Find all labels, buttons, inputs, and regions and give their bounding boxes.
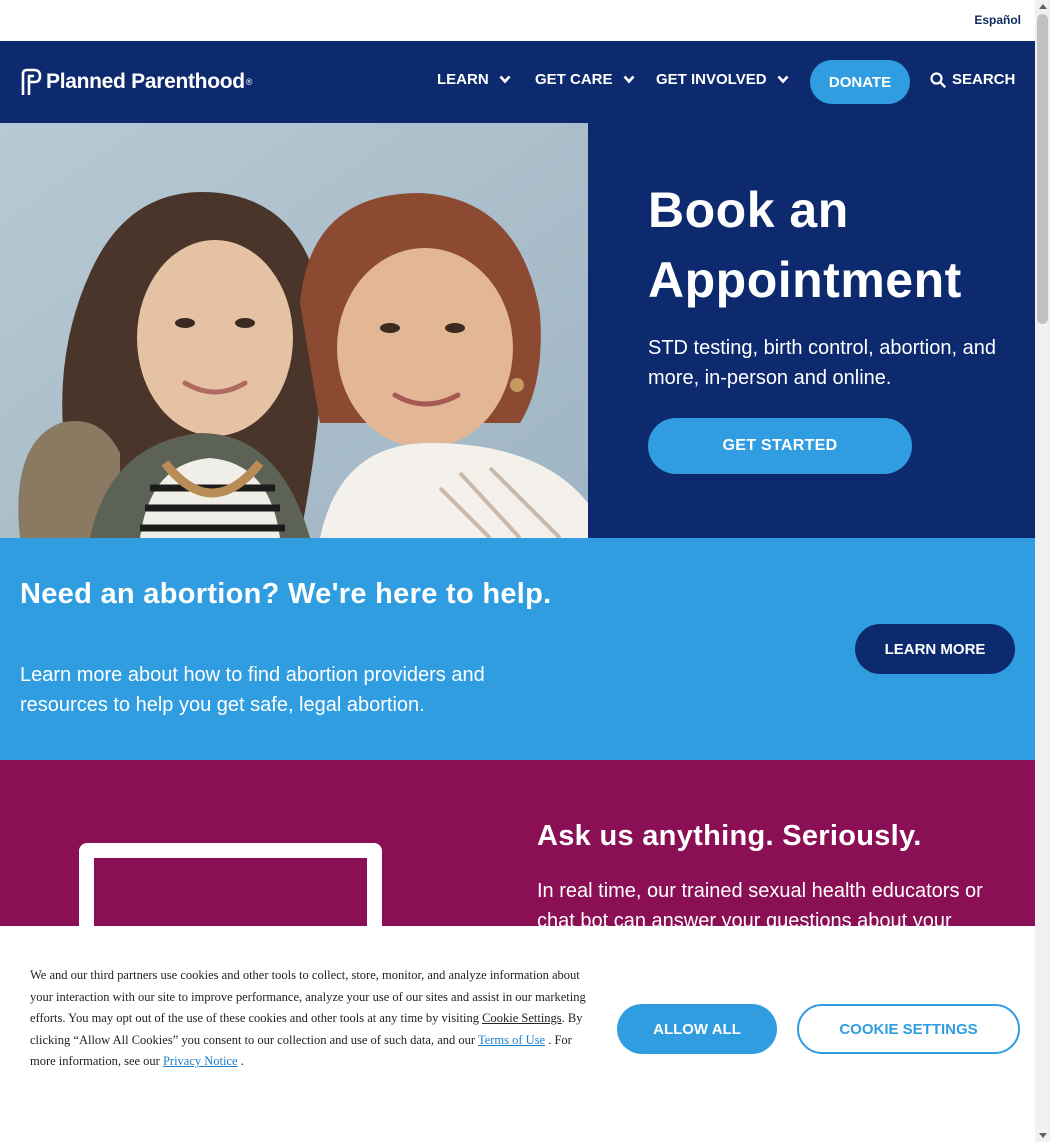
page-scrollbar[interactable] [1035, 0, 1050, 1142]
hero-title-line: Appointment [648, 252, 962, 308]
hero-title: Book an Appointment [648, 175, 1018, 315]
language-link[interactable]: Español [974, 13, 1021, 27]
cookie-message: We and our third partners use cookies an… [30, 965, 590, 1073]
chevron-down-icon [623, 71, 635, 88]
terms-of-use-link[interactable]: Terms of Use [478, 1033, 545, 1047]
two-women-portrait-photo-icon [0, 123, 588, 538]
privacy-notice-link[interactable]: Privacy Notice [163, 1054, 238, 1068]
nav-item-label: GET CARE [535, 71, 613, 88]
search-icon [930, 71, 946, 88]
utility-bar: Español [0, 0, 1035, 41]
cookie-settings-button[interactable]: COOKIE SETTINGS [797, 1004, 1020, 1054]
nav-item-label: LEARN [437, 71, 489, 88]
scrollbar-thumb[interactable] [1037, 14, 1048, 324]
hero-photo [0, 123, 588, 538]
abortion-body: Learn more about how to find abortion pr… [20, 664, 485, 716]
nav-item-get-involved[interactable]: GET INVOLVED [656, 71, 789, 88]
hero-subtitle: STD testing, birth control, abortion, an… [648, 337, 996, 389]
abortion-heading: Need an abortion? We're here to help. [20, 578, 552, 610]
hero: Book an Appointment STD testing, birth c… [0, 123, 1035, 538]
donate-button[interactable]: DONATE [810, 60, 910, 104]
scroll-up-arrow-icon[interactable] [1039, 4, 1047, 9]
main-nav: Planned Parenthood ® LEARN GET CARE GET … [0, 41, 1035, 123]
get-started-button[interactable]: GET STARTED [648, 418, 912, 474]
logo-registered-mark: ® [245, 77, 253, 87]
hero-title-line: Book an [648, 182, 849, 238]
search-button[interactable]: SEARCH [930, 71, 1015, 88]
logo-wordmark: Planned Parenthood [46, 70, 245, 93]
hero-text: Book an Appointment STD testing, birth c… [648, 175, 1018, 393]
nav-item-label: GET INVOLVED [656, 71, 767, 88]
cookie-settings-link[interactable]: Cookie Settings [482, 1011, 562, 1025]
chat-heading: Ask us anything. Seriously. [537, 820, 922, 852]
search-label: SEARCH [952, 71, 1016, 88]
cookie-text: . [237, 1054, 244, 1068]
nav-item-learn[interactable]: LEARN [437, 71, 511, 88]
chevron-down-icon [499, 71, 511, 88]
chevron-down-icon [777, 71, 789, 88]
scroll-down-arrow-icon[interactable] [1039, 1133, 1047, 1138]
page: Español Planned Parenthood ® LEARN GET C… [0, 0, 1035, 1142]
nav-item-get-care[interactable]: GET CARE [535, 71, 635, 88]
logo[interactable]: Planned Parenthood ® [20, 67, 252, 97]
learn-more-button[interactable]: LEARN MORE [855, 624, 1015, 674]
allow-all-button[interactable]: ALLOW ALL [617, 1004, 777, 1054]
abortion-info-band: Need an abortion? We're here to help. Le… [0, 538, 1035, 760]
planned-parenthood-logo-icon [21, 68, 42, 95]
cookie-banner: We and our third partners use cookies an… [0, 926, 1035, 1142]
